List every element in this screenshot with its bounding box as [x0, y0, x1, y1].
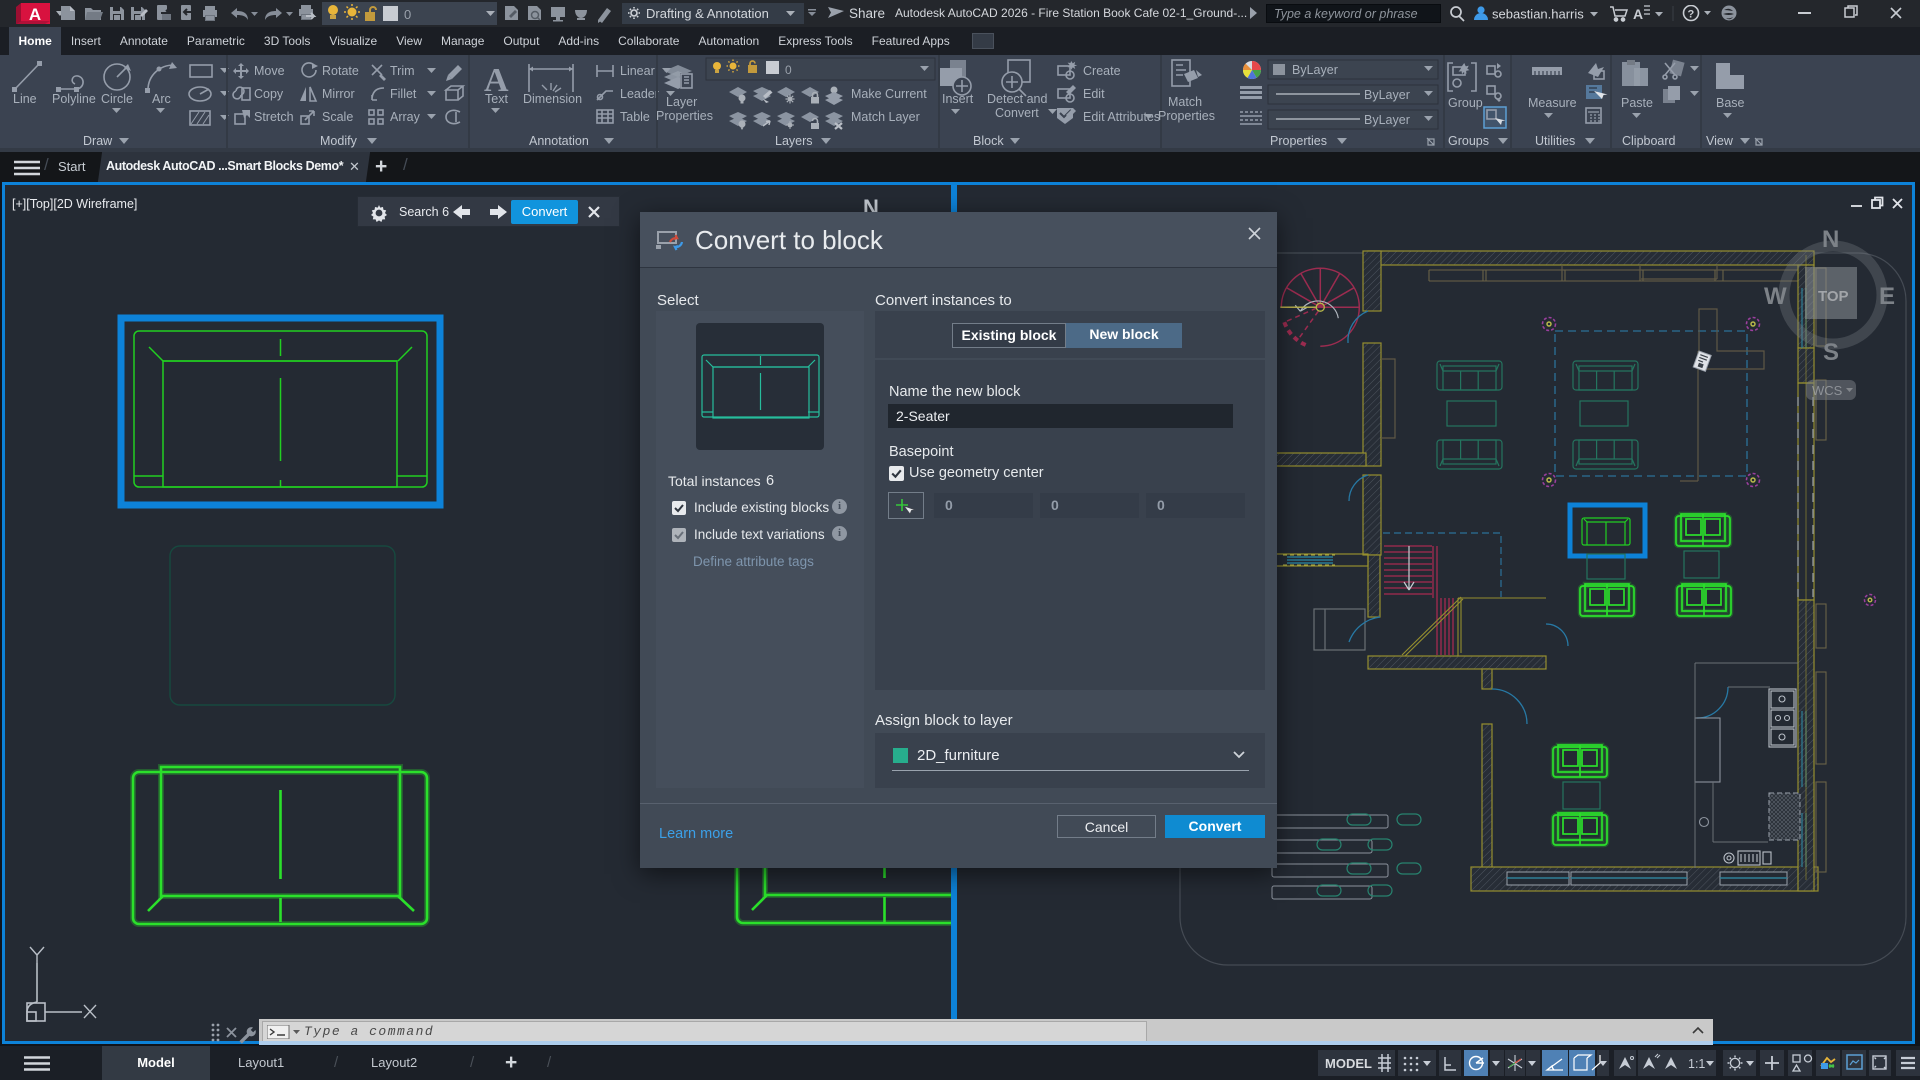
svg-text:0: 0 [404, 7, 411, 22]
svg-text:Annotation: Annotation [529, 134, 589, 148]
svg-text:Properties: Properties [1158, 109, 1215, 123]
svg-text:Draw: Draw [83, 134, 113, 148]
svg-text:Utilities: Utilities [1535, 134, 1575, 148]
svg-text:Scale: Scale [322, 110, 353, 124]
svg-text:Dimension: Dimension [523, 92, 582, 106]
svg-text:Match Layer: Match Layer [851, 110, 920, 124]
svg-text:Match: Match [1168, 95, 1202, 109]
svg-text:Edit: Edit [1083, 87, 1105, 101]
svg-text:Rotate: Rotate [322, 64, 359, 78]
svg-text:Block: Block [973, 134, 1004, 148]
svg-text:Layers: Layers [775, 134, 813, 148]
svg-text:sebastian.harris: sebastian.harris [1492, 7, 1584, 22]
svg-text:Group: Group [1448, 96, 1483, 110]
svg-text:Drafting & Annotation: Drafting & Annotation [646, 6, 769, 21]
svg-text:Make Current: Make Current [851, 87, 927, 101]
svg-text:TOP: TOP [1818, 288, 1849, 305]
svg-text:Properties: Properties [1270, 134, 1327, 148]
svg-text:A: A [29, 5, 41, 24]
svg-text:Modify: Modify [320, 134, 358, 148]
svg-text:Convert: Convert [995, 106, 1039, 120]
svg-text:?: ? [1688, 9, 1695, 21]
svg-text:Clipboard: Clipboard [1622, 134, 1676, 148]
svg-text:Create: Create [1083, 64, 1121, 78]
svg-text:Table: Table [620, 110, 650, 124]
svg-text:Base: Base [1716, 96, 1745, 110]
svg-text:Move: Move [254, 64, 285, 78]
svg-text:Array: Array [390, 110, 421, 124]
svg-text:0: 0 [785, 63, 792, 77]
svg-text:Groups: Groups [1448, 134, 1489, 148]
svg-text:ByLayer: ByLayer [1364, 113, 1410, 127]
svg-text:View: View [1706, 134, 1734, 148]
svg-text:[+][Top][2D Wireframe]: [+][Top][2D Wireframe] [12, 197, 137, 211]
svg-text:Layer: Layer [666, 95, 697, 109]
svg-text:W: W [1764, 283, 1787, 310]
svg-text:Trim: Trim [390, 64, 415, 78]
svg-text:Mirror: Mirror [322, 87, 355, 101]
svg-text:Leader: Leader [620, 87, 659, 101]
svg-text:Share: Share [849, 6, 885, 21]
svg-text:Measure: Measure [1528, 96, 1577, 110]
svg-text:Polyline: Polyline [52, 92, 96, 106]
svg-text:Text: Text [485, 92, 508, 106]
svg-text:Arc: Arc [152, 92, 171, 106]
svg-text:Detect and: Detect and [987, 92, 1048, 106]
svg-text:Fillet: Fillet [390, 87, 417, 101]
svg-text:Properties: Properties [656, 109, 713, 123]
svg-text:Paste: Paste [1621, 96, 1653, 110]
svg-text:A: A [1633, 6, 1643, 22]
svg-text:ByLayer: ByLayer [1292, 63, 1338, 77]
svg-text:ByLayer: ByLayer [1364, 88, 1410, 102]
svg-text:N: N [1822, 226, 1839, 253]
svg-text:E: E [1879, 283, 1895, 310]
svg-text:S: S [1823, 339, 1839, 366]
svg-text:WCS: WCS [1812, 383, 1843, 398]
svg-text:Circle: Circle [101, 92, 133, 106]
svg-text:Linear: Linear [620, 64, 655, 78]
svg-text:MODEL: MODEL [1325, 1056, 1372, 1071]
svg-text:Stretch: Stretch [254, 110, 294, 124]
svg-text:Line: Line [13, 92, 37, 106]
svg-text:Insert: Insert [942, 92, 974, 106]
svg-text:Copy: Copy [254, 87, 284, 101]
svg-text:1:1: 1:1 [1688, 1057, 1705, 1071]
